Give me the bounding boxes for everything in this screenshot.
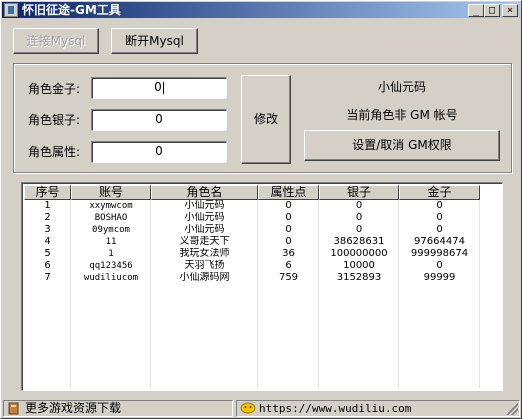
table-row[interactable]: 4 11 义哥走天下 0 38628631 97664474 — [24, 236, 500, 248]
table-cell: 3 — [44, 224, 51, 235]
table-cell: 0 — [355, 224, 363, 235]
table-cell: 小仙元码 — [184, 224, 225, 235]
table-cell: 小仙源码网 — [179, 272, 230, 283]
table-cell: 10000 — [343, 260, 375, 271]
gold-value: 0 — [154, 80, 162, 94]
table-cell: 38628631 — [333, 236, 385, 247]
table-cell: 7 — [44, 272, 51, 283]
resize-grip[interactable] — [506, 403, 518, 415]
table-cell: xxymwcom — [89, 201, 133, 211]
connect-mysql-button[interactable]: 连接Mysql — [13, 28, 99, 54]
status-url-text: https://www.wudiliu.com — [259, 402, 412, 415]
table-body: 1 xxymwcom 小仙元码 0 0 0 2 BOSHAO 小仙元码 0 0 0 3 09ymcom 小仙… — [24, 200, 500, 388]
character-table[interactable]: 序号 账号 角色名 属性点 银子 金子 1 xxymwcom 小仙元码 0 0 0 2 BOSHAO 小仙… — [21, 182, 503, 391]
gold-input[interactable]: 0 — [91, 77, 227, 99]
table-row[interactable]: 2 BOSHAO 小仙元码 0 0 0 — [24, 212, 500, 224]
table-cell: 0 — [355, 200, 363, 211]
silver-label: 角色银子: — [28, 113, 81, 127]
status-bar: 更多游戏资源下载 https://www.wudiliu.com — [2, 399, 520, 418]
gold-label: 角色金子: — [28, 82, 81, 96]
table-cell: wudiliucom — [83, 273, 139, 283]
table-row[interactable]: 7 wudiliucom 小仙源码网 759 3152893 99999 — [24, 272, 500, 284]
status-panel-left[interactable]: 更多游戏资源下载 — [3, 400, 233, 417]
table-row[interactable]: 5 1 我玩女法师 36 100000000 999998674 — [24, 248, 500, 260]
table-cell: 0 — [285, 212, 292, 223]
table-cell: 义哥走天下 — [179, 236, 230, 247]
table-cell: 36 — [282, 248, 295, 259]
grid-line — [318, 200, 319, 388]
table-cell: 小仙元码 — [184, 212, 225, 223]
column-header[interactable]: 序号 — [24, 185, 71, 200]
grid-line — [398, 200, 399, 388]
silver-input[interactable]: 0 — [91, 109, 227, 131]
table-cell: 2 — [44, 212, 51, 223]
download-icon — [8, 402, 19, 415]
table-cell: 0 — [436, 224, 443, 235]
table-cell: 0 — [436, 212, 443, 223]
table-cell: 6 — [44, 260, 51, 271]
table-cell: 99999 — [423, 272, 456, 283]
table-cell: 5 — [44, 248, 51, 259]
column-header[interactable]: 银子 — [319, 185, 399, 200]
table-cell: 3152893 — [336, 272, 382, 283]
table-cell: 100000000 — [330, 248, 388, 259]
column-header[interactable]: 属性点 — [258, 185, 319, 200]
table-cell: 0 — [285, 224, 292, 235]
grid-line — [479, 200, 480, 388]
close-button[interactable]: × — [502, 4, 518, 17]
table-row[interactable]: 6 qq123456 天羽飞扬 6 10000 0 — [24, 260, 500, 272]
column-header[interactable]: 角色名 — [151, 185, 258, 200]
attribute-input[interactable]: 0 — [91, 141, 227, 163]
table-cell: 我玩女法师 — [179, 248, 230, 259]
column-header[interactable]: 账号 — [71, 185, 151, 200]
minimize-button[interactable]: _ — [468, 4, 484, 17]
table-cell: 0 — [285, 200, 292, 211]
gm-status-text: 当前角色非 GM 帐号 — [346, 108, 458, 122]
app-icon — [4, 3, 18, 17]
column-header[interactable]: 金子 — [399, 185, 480, 200]
status-download-text: 更多游戏资源下载 — [25, 401, 122, 415]
table-row[interactable]: 3 09ymcom 小仙元码 0 0 0 — [24, 224, 500, 236]
table-cell: 0 — [355, 212, 363, 223]
table-cell: 小仙元码 — [184, 200, 225, 211]
grid-line — [150, 200, 151, 388]
grid-line — [257, 200, 258, 388]
table-cell: 11 — [105, 237, 117, 247]
table-cell: 1 — [44, 200, 51, 211]
maximize-button[interactable]: □ — [484, 4, 500, 17]
table-cell: 0 — [436, 260, 443, 271]
attribute-label: 角色属性: — [28, 145, 81, 159]
table-cell: 6 — [285, 260, 292, 271]
table-cell: 1 — [108, 249, 114, 259]
table-header: 序号 账号 角色名 属性点 银子 金子 — [24, 185, 480, 200]
status-panel-right[interactable]: https://www.wudiliu.com — [236, 400, 520, 417]
table-row[interactable]: 1 xxymwcom 小仙元码 0 0 0 — [24, 200, 500, 212]
table-cell: 0 — [436, 200, 443, 211]
table-cell: qq123456 — [89, 261, 133, 271]
table-cell: 09ymcom — [92, 225, 130, 235]
table-cell: 0 — [285, 236, 292, 247]
table-cell: 4 — [44, 236, 51, 247]
table-cell: 天羽飞扬 — [184, 260, 225, 271]
app-window: 怀旧征途-GM工具 _ □ × 连接Mysql 断开Mysql 角色金子: 0 … — [0, 0, 522, 419]
table-cell: 97664474 — [414, 236, 465, 247]
text-caret — [162, 81, 164, 94]
grid-line — [70, 200, 71, 388]
disconnect-mysql-button[interactable]: 断开Mysql — [111, 28, 198, 54]
window-title: 怀旧征途-GM工具 — [22, 3, 121, 17]
table-cell: BOSHAO — [94, 213, 128, 223]
toggle-gm-button[interactable]: 设置/取消 GM权限 — [304, 130, 500, 161]
title-bar[interactable]: 怀旧征途-GM工具 _ □ × — [2, 2, 520, 18]
character-name: 小仙元码 — [377, 80, 426, 94]
table-cell: 999998674 — [410, 248, 469, 259]
chat-bubble-icon — [240, 402, 256, 414]
table-cell: 759 — [278, 272, 299, 283]
modify-button[interactable]: 修改 — [241, 75, 291, 164]
